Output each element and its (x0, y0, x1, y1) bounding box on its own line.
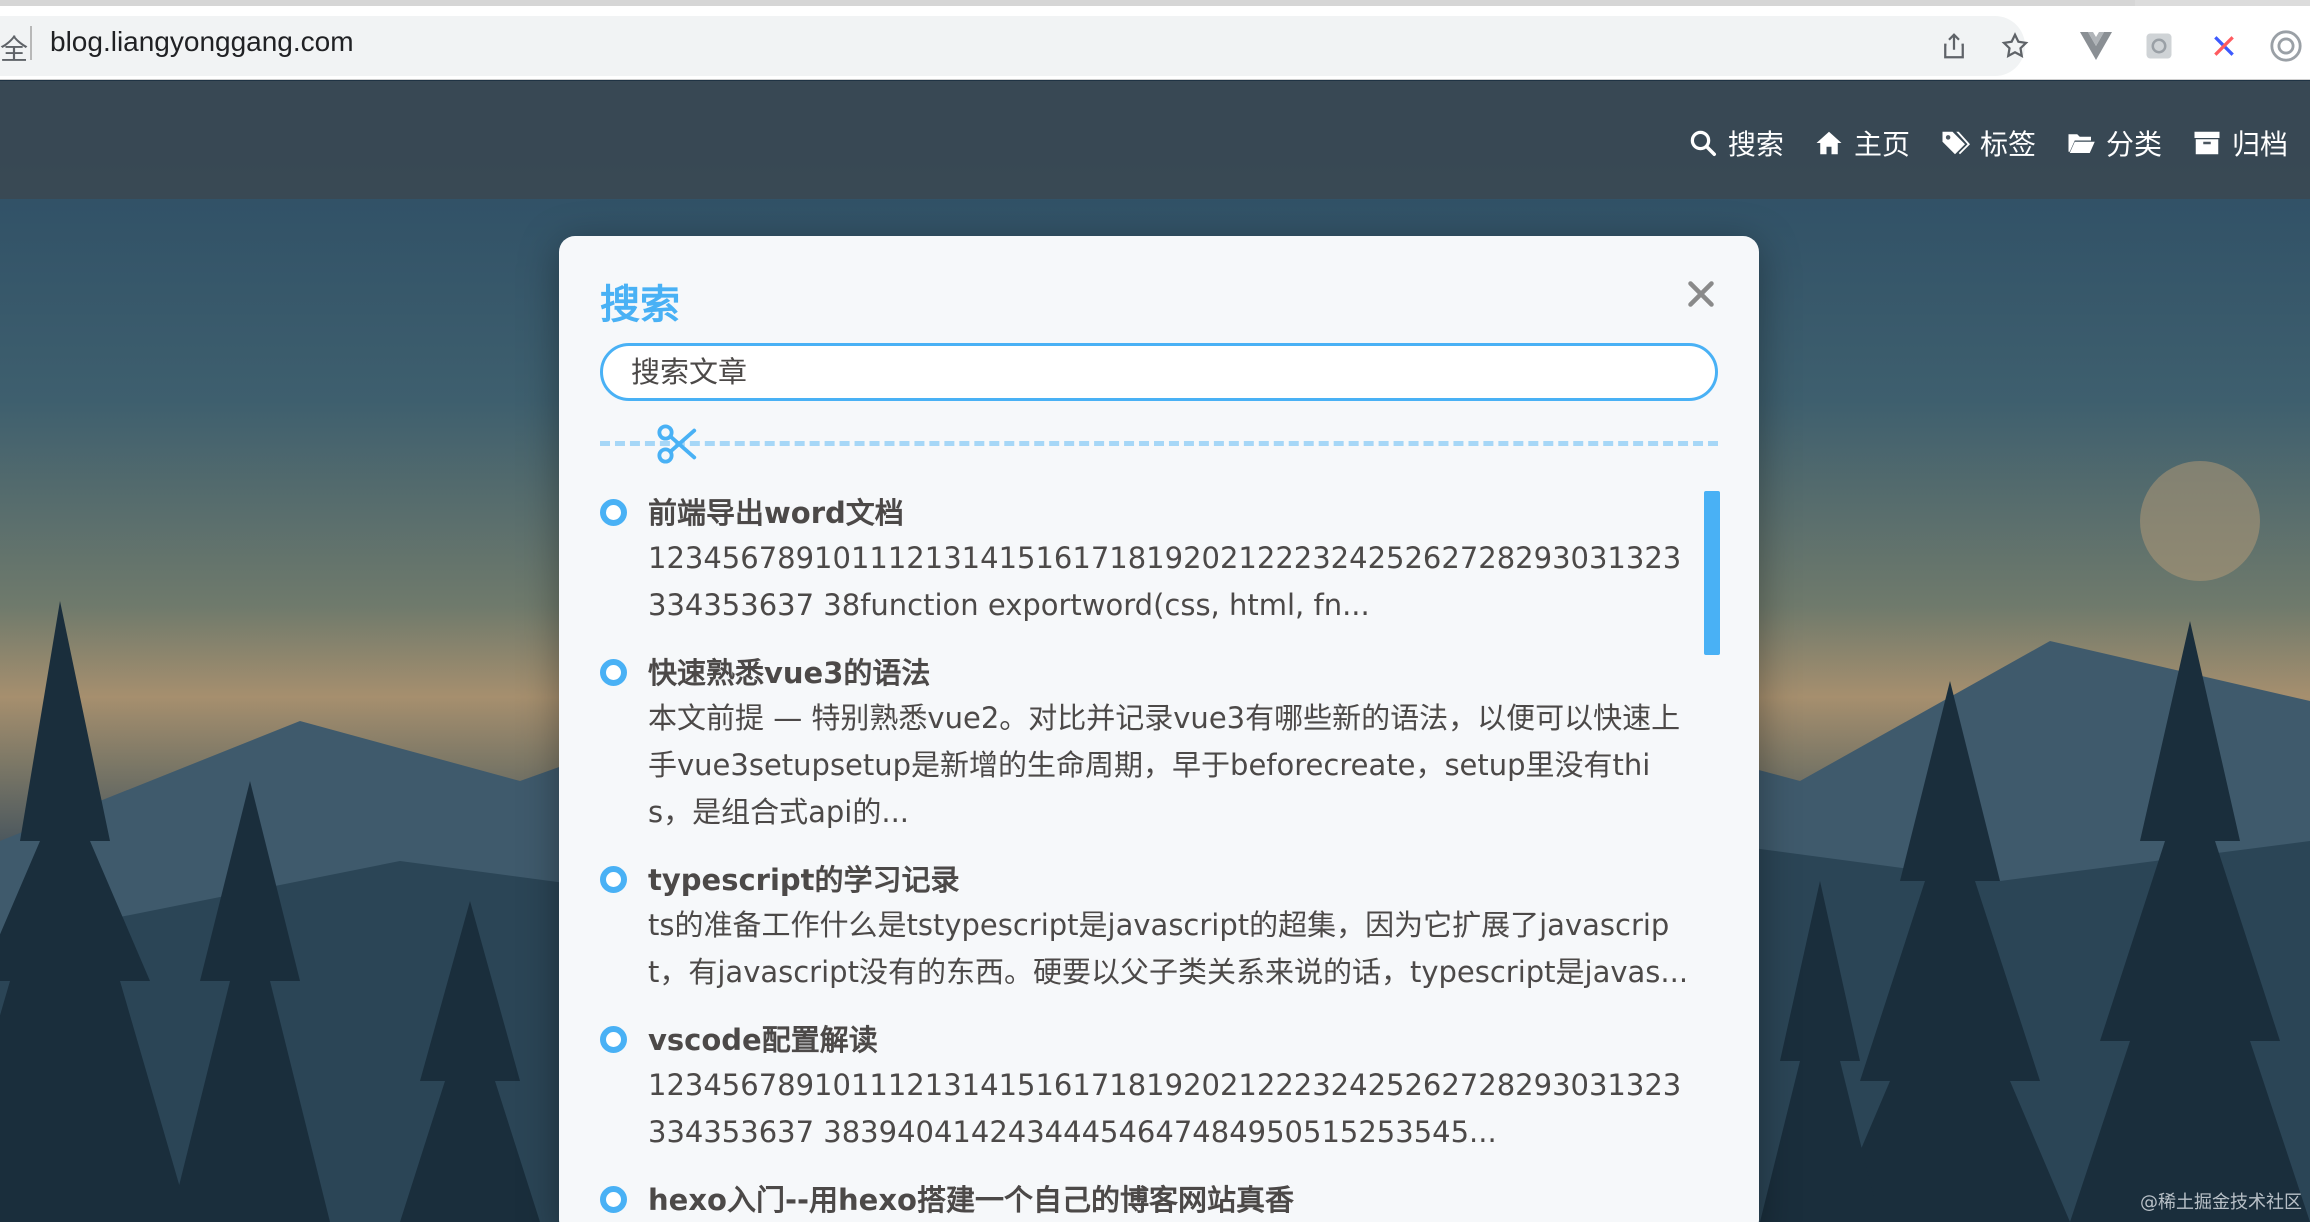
result-title[interactable]: typescript的学习记录 (648, 858, 1690, 902)
result-item[interactable]: vscode配置解读 12345678910111213141516171819… (600, 1018, 1690, 1156)
folder-icon (2068, 134, 2095, 153)
result-item[interactable]: 前端导出word文档 12345678910111213141516171819… (600, 491, 1690, 629)
home-icon (1816, 131, 1842, 155)
result-title[interactable]: 快速熟悉vue3的语法 (648, 651, 1690, 695)
search-icon (1690, 130, 1716, 156)
nav-home[interactable]: 主页 (1814, 123, 1910, 163)
bullet-icon (600, 659, 627, 686)
vue-devtools-icon[interactable] (2078, 28, 2114, 64)
url-text[interactable]: blog.liangyonggang.com (50, 26, 354, 58)
watermark: @稀土掘金技术社区 (2140, 1192, 2302, 1213)
omnibox-divider (30, 26, 32, 60)
result-excerpt: 本文前提 — 特别熟悉vue2。对比并记录vue3有哪些新的语法，以便可以快速上… (648, 701, 1681, 829)
close-icon[interactable] (1683, 276, 1719, 312)
nav-tags[interactable]: 标签 (1940, 123, 2036, 163)
search-results: 前端导出word文档 12345678910111213141516171819… (600, 491, 1690, 1222)
site-header: 搜索 主页 标签 分类 归档 (0, 81, 2310, 199)
nav-home-label: 主页 (1853, 128, 1910, 161)
result-excerpt: 1234567891011121314151617181920212223242… (648, 1068, 1682, 1149)
nav-search[interactable]: 搜索 (1688, 123, 1784, 163)
result-title[interactable]: 前端导出word文档 (648, 491, 1690, 535)
search-input[interactable] (600, 343, 1718, 401)
nav-tags-label: 标签 (1979, 128, 2036, 161)
results-scrollbar[interactable] (1704, 491, 1720, 655)
search-dialog-title: 搜索 (600, 282, 680, 328)
nav-search-label: 搜索 (1727, 128, 1784, 161)
star-icon[interactable] (1997, 28, 2033, 64)
archive-icon (2194, 131, 2220, 155)
address-bar: 全 blog.liangyonggang.com (0, 6, 2310, 80)
result-item[interactable]: hexo入门--用hexo搭建一个自己的博客网站真香 (600, 1178, 1690, 1222)
nav-categories-label: 分类 (2105, 128, 2162, 161)
share-icon[interactable] (1936, 28, 1972, 64)
tags-icon (1942, 131, 1970, 155)
x-extension-icon[interactable] (2206, 28, 2242, 64)
result-excerpt: ts的准备工作什么是tstypescript是javascript的超集，因为它… (648, 908, 1689, 989)
result-item[interactable]: typescript的学习记录 ts的准备工作什么是tstypescript是j… (600, 858, 1690, 996)
result-excerpt: 1234567891011121314151617181920212223242… (648, 541, 1682, 622)
search-divider (600, 441, 1718, 446)
result-item[interactable]: 快速熟悉vue3的语法 本文前提 — 特别熟悉vue2。对比并记录vue3有哪些… (600, 651, 1690, 836)
nav-archives-label: 归档 (2231, 128, 2288, 161)
bullet-icon (600, 1186, 627, 1213)
profile-icon[interactable] (2268, 28, 2304, 64)
nav-categories[interactable]: 分类 (2066, 123, 2162, 163)
result-title[interactable]: vscode配置解读 (648, 1018, 1690, 1062)
extension-icon[interactable] (2141, 28, 2177, 64)
main-nav: 搜索 主页 标签 分类 归档 (1688, 123, 2288, 163)
nav-archives[interactable]: 归档 (2192, 123, 2288, 163)
scissors-icon (654, 421, 700, 467)
security-indicator[interactable]: 全 (0, 28, 28, 68)
bullet-icon (600, 866, 627, 893)
result-title[interactable]: hexo入门--用hexo搭建一个自己的博客网站真香 (648, 1178, 1690, 1222)
search-dialog: 搜索 前端导出word文档 12345678910111213141516171… (559, 236, 1759, 1222)
bullet-icon (600, 499, 627, 526)
bullet-icon (600, 1026, 627, 1053)
